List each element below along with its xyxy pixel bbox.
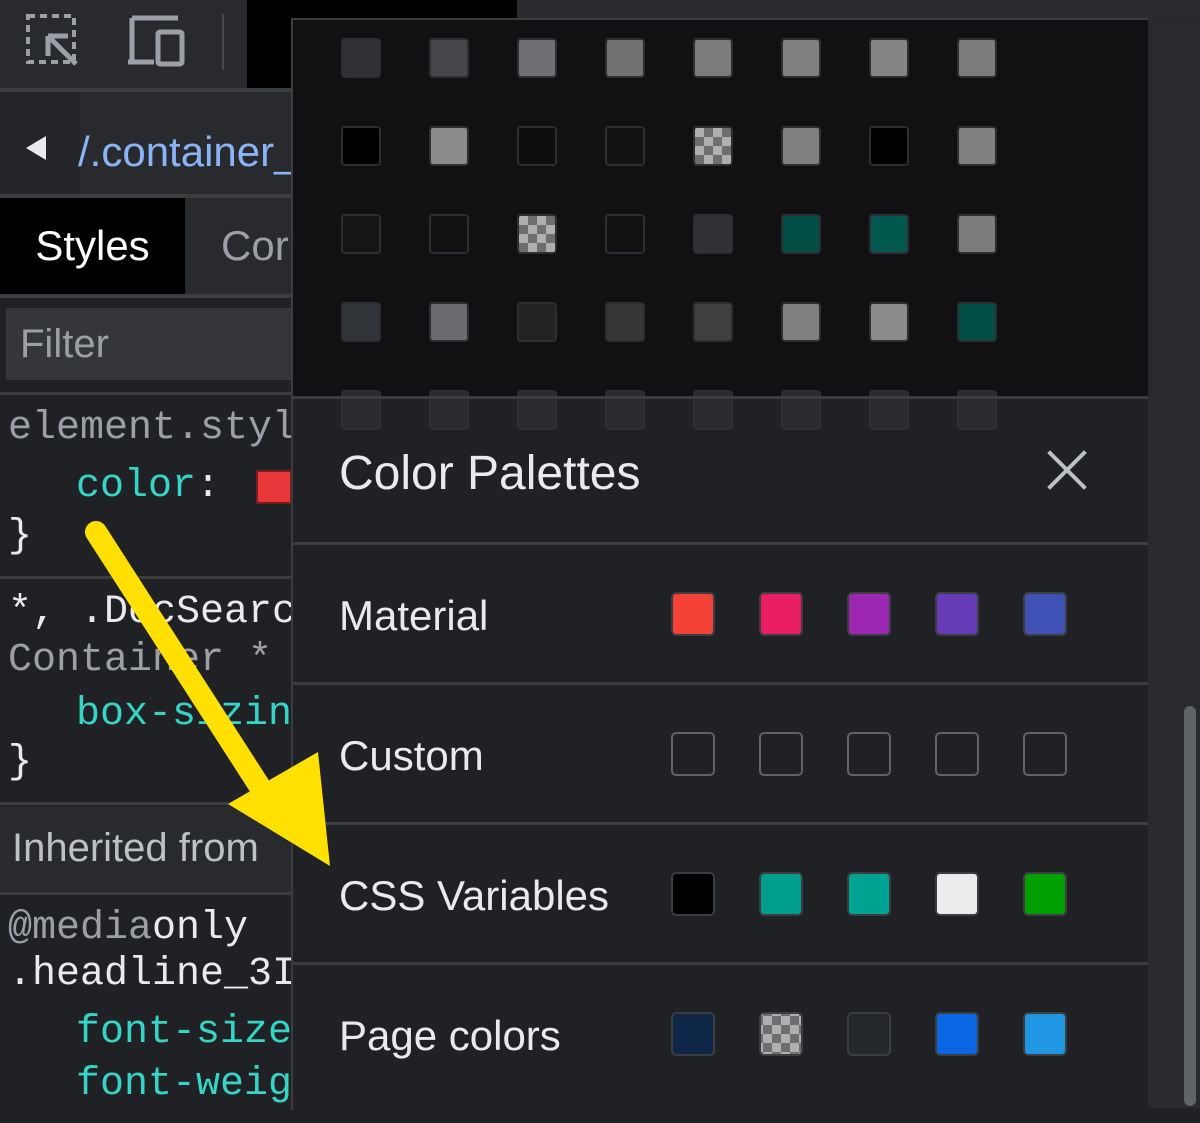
annotation-arrow-icon <box>85 521 330 866</box>
